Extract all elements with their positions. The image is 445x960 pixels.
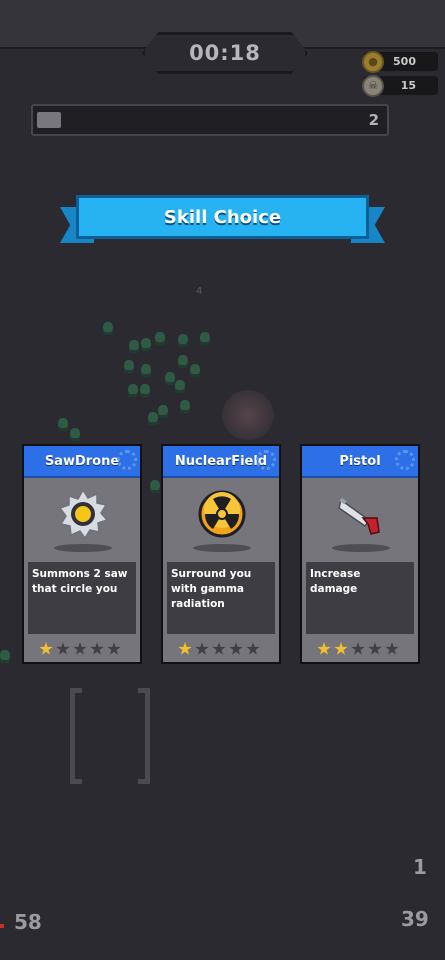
card-header: NuclearField [163, 446, 279, 478]
skill-choice-banner: Skill Choice [60, 195, 385, 250]
saw-blade-icon [58, 488, 109, 540]
card-description: Surround you with gamma radiation [167, 562, 275, 634]
star-icon [317, 642, 331, 655]
banner-band: Skill Choice [76, 195, 369, 239]
card-title: Pistol [339, 453, 381, 469]
zombie-enemy [58, 418, 68, 431]
skill-card-sawdrone[interactable]: SawDrone Summons 2 saw that circle you [22, 444, 142, 664]
zombie-enemy [141, 338, 151, 351]
right-counter-top: 1 [413, 855, 427, 879]
zombie-enemy [128, 384, 138, 397]
zombie-enemy [0, 650, 10, 663]
zombie-enemy [103, 322, 113, 335]
zombie-enemy [141, 364, 151, 377]
star-icon [385, 642, 399, 655]
zombie-enemy [129, 340, 139, 353]
zombie-enemy [175, 380, 185, 393]
star-icon [90, 642, 104, 655]
bracket-left [70, 688, 82, 784]
skill-card-pistol[interactable]: Pistol Increase damage [300, 444, 420, 664]
dialog-title: Skill Choice [163, 206, 282, 228]
star-icon [39, 642, 53, 655]
zombie-enemy [158, 405, 168, 418]
zombie-enemy [178, 355, 188, 368]
card-title: NuclearField [174, 453, 268, 469]
pistol-icon [338, 497, 380, 535]
star-icon [107, 642, 121, 655]
star-icon [212, 642, 226, 655]
card-header: SawDrone [24, 446, 140, 478]
star-icon [178, 642, 192, 655]
zombie-enemy [155, 332, 165, 345]
star-icon [195, 642, 209, 655]
zombie-enemy [148, 412, 158, 425]
skill-card-nuclearfield[interactable]: NuclearField Surround you with gamma rad… [161, 444, 281, 664]
right-counter-bottom: 39 [401, 907, 429, 931]
zombie-enemy [200, 332, 210, 345]
zombie-enemy [165, 372, 175, 385]
card-description: Increase damage [306, 562, 414, 634]
star-icon [73, 642, 87, 655]
star-icon [368, 642, 382, 655]
card-title: SawDrone [44, 453, 120, 469]
star-rating [178, 642, 260, 656]
card-description: Summons 2 saw that circle you [28, 562, 136, 634]
star-icon [246, 642, 260, 655]
star-icon [229, 642, 243, 655]
icon-shadow [193, 544, 251, 552]
zombie-enemy [178, 334, 188, 347]
star-icon [56, 642, 70, 655]
star-icon [334, 642, 348, 655]
icon-shadow [332, 544, 390, 552]
star-icon [351, 642, 365, 655]
card-header: Pistol [302, 446, 418, 478]
gear-icon [117, 450, 137, 470]
zombie-enemy [180, 400, 190, 413]
zombie-enemy [124, 360, 134, 373]
star-rating [317, 642, 399, 656]
zombie-enemy [140, 384, 150, 397]
bracket-right [138, 688, 150, 784]
red-marker [0, 924, 4, 928]
star-rating [39, 642, 121, 656]
left-counter: 58 [14, 910, 42, 934]
zombie-enemy [70, 428, 80, 441]
gear-icon [395, 450, 415, 470]
gear-icon [256, 450, 276, 470]
icon-shadow [54, 544, 112, 552]
zombie-enemy [190, 364, 200, 377]
zombie-enemy [150, 480, 160, 493]
floating-damage-number: 4 [196, 286, 203, 297]
radiation-icon [198, 490, 246, 538]
hit-effect [222, 390, 274, 440]
